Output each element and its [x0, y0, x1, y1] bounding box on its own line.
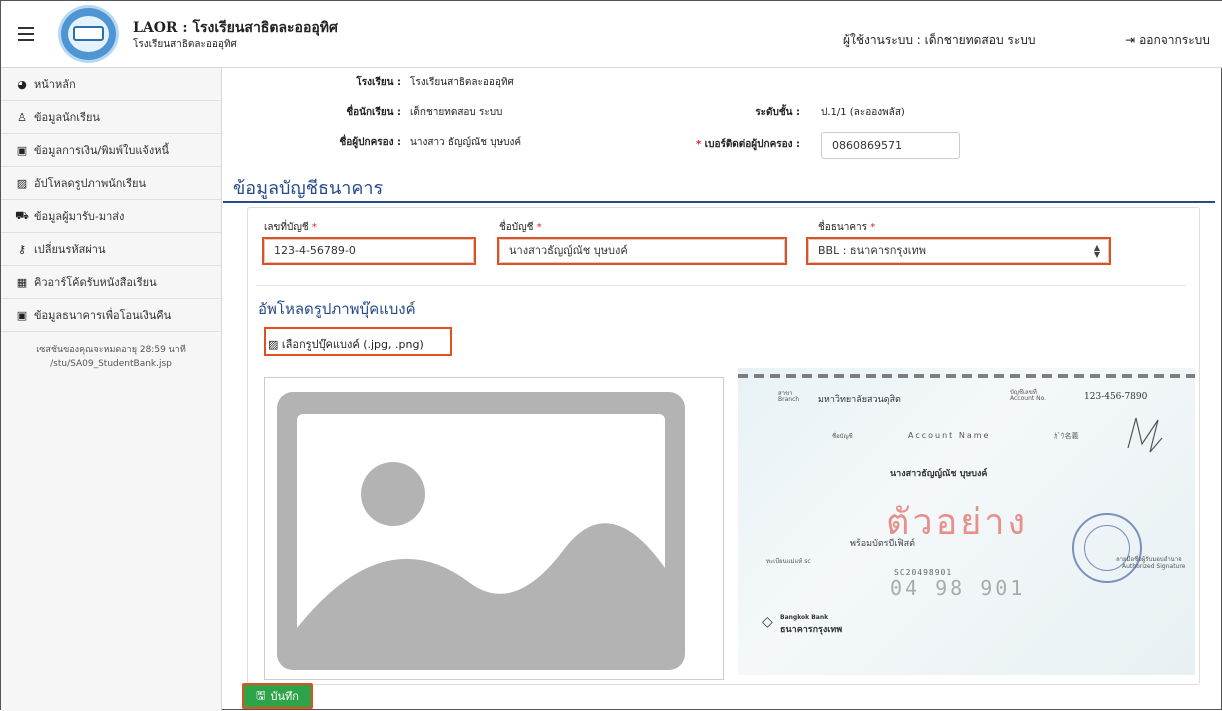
- key-icon: ⚷: [17, 242, 27, 256]
- sample-account-no-value: 123-456-7890: [1084, 392, 1148, 402]
- sidebar-item-label: หน้าหลัก: [34, 78, 76, 91]
- parent-phone-label: เบอร์ติดต่อผู้ปกครอง :: [704, 139, 800, 150]
- required-mark: *: [311, 222, 317, 233]
- sidebar-item-qrcode[interactable]: ▦ คิวอาร์โค้ดรับหนังสือเรียน: [1, 266, 221, 299]
- select-arrows-icon: ▲ ▼: [1093, 243, 1101, 259]
- school-logo: [58, 5, 119, 63]
- parent-name-value: นางสาว ธัญญ์ณัช บุษบงค์: [410, 137, 522, 148]
- bank-name-label-wrap: ชื่อธนาคาร *: [818, 220, 875, 235]
- sidebar-item-label: ข้อมูลนักเรียน: [34, 111, 100, 124]
- sample-bank-th: ธนาคารกรุงเทพ: [780, 625, 843, 635]
- user-icon: ♙: [17, 110, 27, 124]
- bank-section-title: ข้อมูลบัญชีธนาคาร: [233, 178, 384, 199]
- sample-account-name-en: Account Name: [908, 431, 991, 440]
- car-icon: ⛟: [15, 208, 29, 222]
- sidebar-item-pickup[interactable]: ⛟ ข้อมูลผู้มารับ-มาส่ง: [1, 200, 221, 233]
- sidebar-item-student-info[interactable]: ♙ ข้อมูลนักเรียน: [1, 101, 221, 134]
- sample-reg-label: ทะเบียนแม่แท้ sc: [766, 558, 811, 565]
- level-value: ป.1/1 (ละอองพลัส): [821, 107, 905, 118]
- bank-logo-icon: ◇: [762, 614, 773, 630]
- sample-branch-value: มหาวิทยาลัยสวนดุสิต: [818, 395, 901, 405]
- placeholder-image-icon: [277, 392, 685, 670]
- sidebar-item-label: ข้อมูลผู้มารับ-มาส่ง: [34, 210, 125, 223]
- session-info: เซสชันของคุณจะหมดอายุ 28:59 นาที /stu/SA…: [1, 332, 221, 371]
- sidebar-item-label: ข้อมูลธนาคารเพื่อโอนเงินคืน: [34, 309, 172, 322]
- logout-link[interactable]: ⇥ ออกจากระบบ: [1125, 31, 1210, 50]
- sample-atm-text: พร้อมบัตรบีเฟิสต์: [850, 539, 915, 549]
- session-timer: เซสชันของคุณจะหมดอายุ 28:59 นาที: [36, 345, 186, 355]
- image-icon: ▨: [16, 176, 28, 190]
- account-name-label-wrap: ชื่อบัญชี *: [499, 220, 542, 235]
- sample-name-value: นางสาวธัญญ์ณัช บุษบงค์: [890, 469, 988, 479]
- money-icon: ▣: [16, 308, 28, 322]
- school-value: โรงเรียนสาธิตละอออุทิศ: [410, 77, 514, 88]
- page-path: /stu/SA09_StudentBank.jsp: [50, 359, 172, 369]
- parent-phone-input[interactable]: 0860869571: [821, 132, 960, 159]
- student-name-label: ชื่อนักเรียน :: [346, 107, 401, 118]
- image-icon: ▨: [268, 338, 279, 351]
- account-no-label: เลขที่บัญชี: [264, 222, 309, 233]
- form-divider: [256, 285, 1186, 286]
- required-mark: *: [870, 222, 876, 233]
- choose-file-button[interactable]: ▨ เลือกรูปบุ๊คแบงค์ (.jpg, .png): [268, 335, 424, 353]
- app-subtitle: โรงเรียนสาธิตละอออุทิศ: [133, 39, 237, 50]
- account-name-label: ชื่อบัญชี: [499, 222, 534, 233]
- sample-stamp: [1072, 513, 1142, 583]
- sidebar-item-label: คิวอาร์โค้ดรับหนังสือเรียน: [34, 276, 157, 289]
- bank-name-label: ชื่อธนาคาร: [818, 222, 868, 233]
- logout-label: ออกจากระบบ: [1139, 33, 1210, 47]
- upload-section-title: อัพโหลดรูปภาพบุ๊คแบงค์: [258, 300, 416, 318]
- floppy-disk-icon: 🖫: [256, 688, 266, 702]
- image-preview-placeholder: [264, 377, 724, 680]
- sidebar-item-label: อัปโหลดรูปภาพนักเรียน: [34, 177, 147, 190]
- qrcode-icon: ▦: [16, 275, 28, 289]
- choose-file-label: เลือกรูปบุ๊คแบงค์ (.jpg, .png): [281, 338, 424, 351]
- section-divider: [223, 201, 1215, 203]
- parent-name-label: ชื่อผู้ปกครอง :: [339, 137, 401, 148]
- account-no-input[interactable]: 123-4-56789-0: [264, 239, 474, 263]
- top-header: LAOR : โรงเรียนสาธิตละอออุทิศ โรงเรียนสา…: [1, 1, 1222, 68]
- account-no-label-wrap: เลขที่บัญชี *: [264, 220, 317, 235]
- sidebar: ◕ หน้าหลัก ♙ ข้อมูลนักเรียน ▣ ข้อมูลการเ…: [1, 68, 222, 711]
- sample-account-no-en: Account No.: [1010, 395, 1047, 402]
- sidebar-item-change-password[interactable]: ⚷ เปลี่ยนรหัสผ่าน: [1, 233, 221, 266]
- sample-branch-en: Branch: [778, 396, 800, 403]
- sample-bank-en: Bangkok Bank: [780, 614, 829, 621]
- school-label: โรงเรียน :: [356, 77, 401, 88]
- save-button[interactable]: 🖫 บันทึก: [242, 683, 313, 709]
- sample-serial-big: 04 98 901: [890, 576, 1026, 600]
- sidebar-item-label: เปลี่ยนรหัสผ่าน: [34, 243, 106, 256]
- app-frame: LAOR : โรงเรียนสาธิตละอออุทิศ โรงเรียนสา…: [0, 0, 1222, 711]
- money-icon: ▣: [16, 143, 28, 157]
- save-label: บันทึก: [270, 690, 299, 703]
- sidebar-item-upload-photo[interactable]: ▨ อัปโหลดรูปภาพนักเรียน: [1, 167, 221, 200]
- current-user: ผู้ใช้งานระบบ : เด็กชายทดสอบ ระบบ: [843, 33, 1036, 47]
- student-name-value: เด็กชายทดสอบ ระบบ: [410, 107, 503, 118]
- dashboard-icon: ◕: [17, 77, 27, 91]
- parent-phone-label-wrap: * เบอร์ติดต่อผู้ปกครอง :: [623, 137, 800, 152]
- sample-signature-en: Authorized Signature: [1122, 563, 1186, 570]
- hamburger-menu-icon[interactable]: [18, 27, 34, 41]
- sidebar-item-finance[interactable]: ▣ ข้อมูลการเงิน/พิมพ์ใบแจ้งหนี้: [1, 134, 221, 167]
- bankbook-sample-image: สาขา Branch มหาวิทยาลัยสวนดุสิต บัญชีเลข…: [738, 368, 1195, 675]
- required-mark: *: [695, 139, 702, 150]
- sample-account-name-jp: ｶﾞｳ名義: [1054, 432, 1079, 440]
- sidebar-item-bank-refund[interactable]: ▣ ข้อมูลธนาคารเพื่อโอนเงินคืน: [1, 299, 221, 332]
- level-label: ระดับชั้น :: [755, 107, 800, 118]
- sign-out-icon: ⇥: [1125, 33, 1136, 47]
- bank-select[interactable]: BBL : ธนาคารกรุงเทพ: [808, 239, 1109, 263]
- required-mark: *: [536, 222, 542, 233]
- account-name-input[interactable]: นางสาวธัญญ์ณัช บุษบงค์: [499, 239, 785, 263]
- sample-account-name-th: ชื่อบัญชี: [832, 433, 853, 440]
- sidebar-item-home[interactable]: ◕ หน้าหลัก: [1, 68, 221, 101]
- bank-form-panel: เลขที่บัญชี * 123-4-56789-0 ชื่อบัญชี * …: [247, 207, 1200, 685]
- signature-mark-icon: [1127, 417, 1163, 453]
- sidebar-item-label: ข้อมูลการเงิน/พิมพ์ใบแจ้งหนี้: [34, 144, 170, 157]
- app-title: LAOR : โรงเรียนสาธิตละอออุทิศ: [133, 20, 338, 36]
- main-content: โรงเรียน : โรงเรียนสาธิตละอออุทิศ ชื่อนั…: [223, 68, 1222, 711]
